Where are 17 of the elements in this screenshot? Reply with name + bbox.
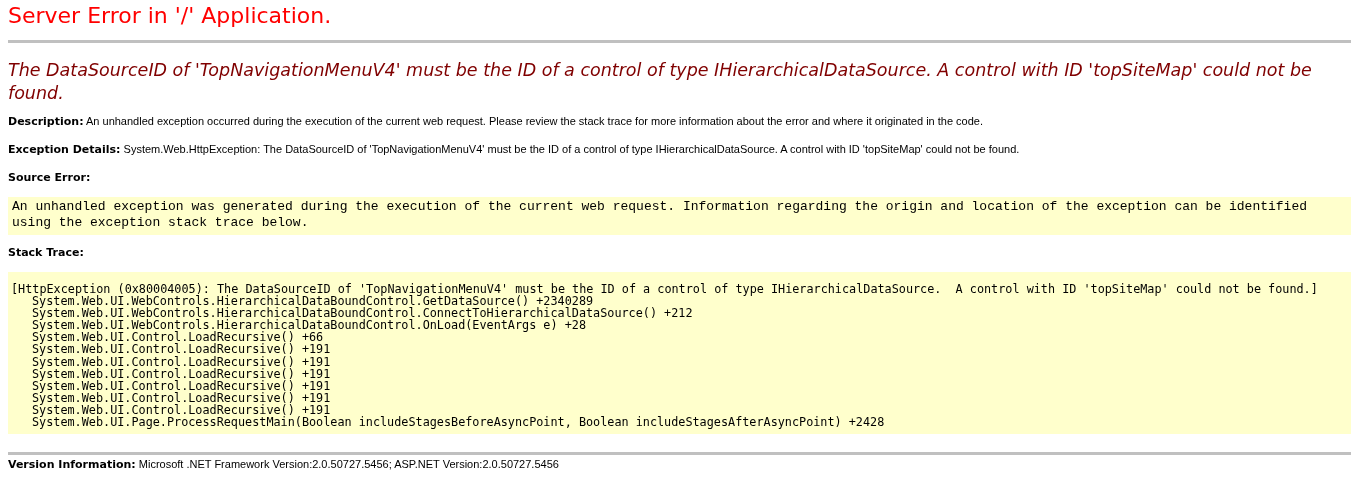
stack-frame: System.Web.UI.Control.LoadRecursive() +66 [32,330,324,345]
source-error-text: An unhandled exception was generated during the execution of the current web request. Information regarding the origin and location of the exception can be identified using the exception stack trace below. [8,197,1351,235]
field-label: Stack Trace: [8,246,84,259]
exception-details-text: System.Web.HttpException: The DataSourceID of 'TopNavigationMenuV4' must be the ID of a control of type IHierarchicalDataSource. A control with ID 'topSiteMap' could not be found. [123,143,1020,155]
stack-frame: System.Web.UI.Page.ProcessRequestMain(Boolean includeStagesBeforeAsyncPoint, Boolean includeStagesAfterAsyncPoint) +2428 [32,415,885,430]
stack-frame: System.Web.UI.WebControls.HierarchicalDataBoundControl.ConnectToHierarchicalDataSource() +212 [32,306,693,321]
version-text: Microsoft .NET Framework Version:2.0.50727.5456; ASP.NET Version:2.0.50727.5456 [138,458,559,471]
field-label: Version Information: [8,458,136,472]
exception-line: [HttpException (0x80004005): The DataSourceID of 'TopNavigationMenuV4' must be the ID of a control of type IHierarchicalDataSource. A control with ID 'topSiteMap' could not be found.] [11,283,1319,296]
field-label: Description: [8,115,84,128]
description-text: An unhandled exception occurred during the execution of the current web request. Please review the stack trace for more information about the error and where it originated in the code. [86,115,984,127]
page-title: Server Error in '/' Application. [8,2,333,30]
error-message: The DataSourceID of 'TopNavigationMenuV4' must be the ID of a control of type IHierarchicalDataSource. A control with ID 'topSiteMap' could not be found. [8,59,1313,105]
field-label: Exception Details: [8,143,121,156]
stack-frame: System.Web.UI.WebControls.HierarchicalDataBoundControl.OnLoad(EventArgs e) +28 [32,318,586,333]
stack-frame: System.Web.UI.Control.LoadRecursive() +191 [32,342,331,357]
field-label: Source Error: [8,171,91,184]
